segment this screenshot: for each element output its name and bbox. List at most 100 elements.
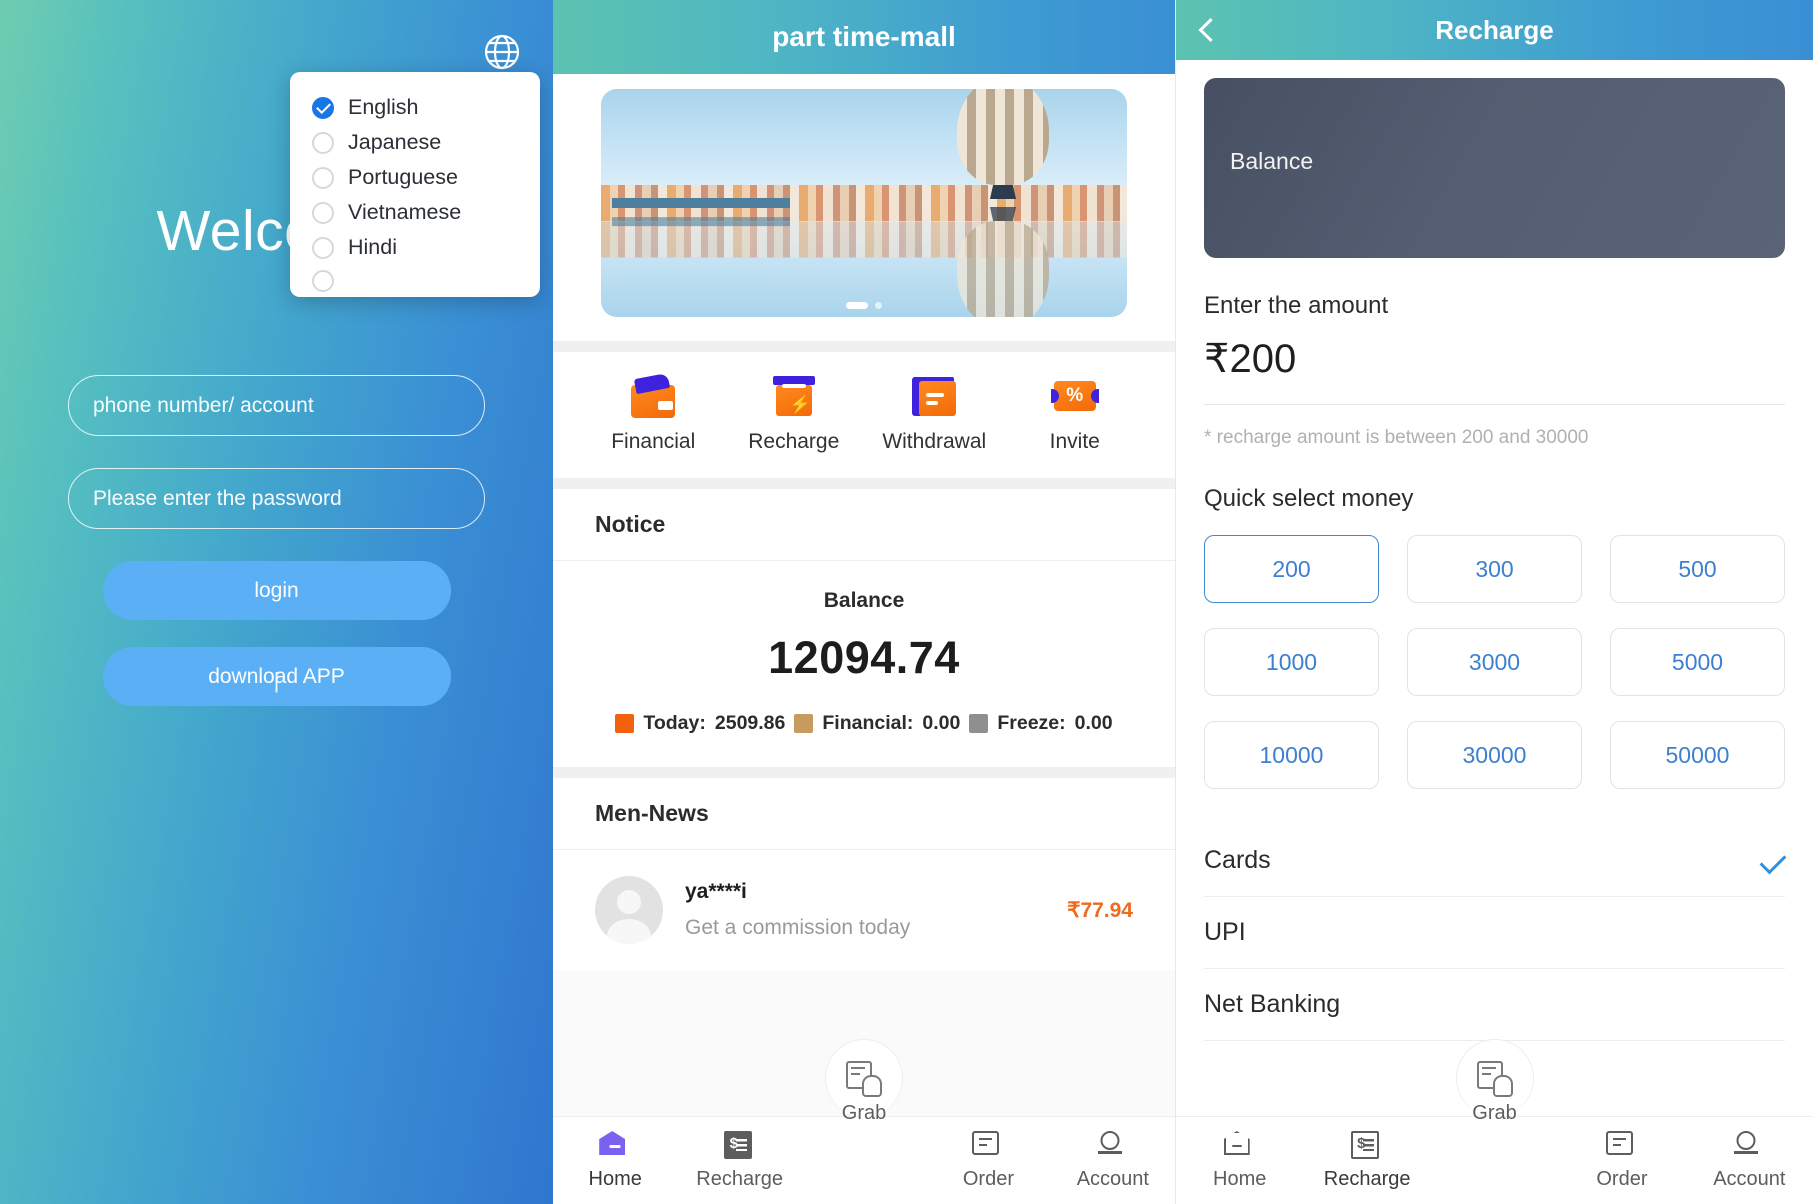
quick-amount-200[interactable]: 200: [1204, 535, 1379, 603]
swatch-financial: [794, 714, 814, 733]
language-option-vietnamese[interactable]: Vietnamese: [290, 195, 540, 230]
section-divider: [553, 478, 1175, 489]
avatar: [595, 876, 663, 944]
receipt-dollar-icon: $: [1351, 1131, 1383, 1161]
quick-amount-1000[interactable]: 1000: [1204, 628, 1379, 696]
quick-amount-10000[interactable]: 10000: [1204, 721, 1379, 789]
password-input[interactable]: Please enter the password: [68, 468, 485, 529]
tab-home[interactable]: Home: [553, 1131, 677, 1191]
mall-panel: part time-mall Financial ⚡ Recharge With…: [553, 0, 1176, 1204]
payment-method-net-banking[interactable]: Net Banking: [1204, 969, 1785, 1041]
quick-select-label: Quick select money: [1204, 485, 1414, 512]
balance-card: Balance: [1204, 78, 1785, 258]
tab-label: Account: [1713, 1168, 1786, 1190]
recharge-bottom-nav: Home $ Recharge Grab Order Account: [1176, 1039, 1813, 1204]
tab-label: Home: [1213, 1168, 1267, 1190]
hot-air-balloon-icon: [957, 89, 1049, 185]
account-input[interactable]: phone number/ account: [68, 375, 485, 436]
enter-amount-label: Enter the amount: [1204, 292, 1389, 319]
receipt-dollar-icon: $: [723, 1131, 756, 1161]
amount-input[interactable]: ₹200: [1204, 336, 1785, 382]
section-divider: [553, 341, 1175, 352]
atm-card-icon: ⚡: [770, 374, 818, 418]
breakdown-label: Freeze:: [997, 712, 1066, 734]
quick-amount-grid: 200 300 500 1000 3000 5000 10000 30000 5…: [1204, 535, 1785, 789]
breakdown-value: 0.00: [922, 712, 961, 734]
news-section-title: Men-News: [553, 778, 1175, 850]
breakdown-today: Today: 2509.86: [615, 712, 785, 735]
quick-amount-300[interactable]: 300: [1407, 535, 1582, 603]
percent-ticket-icon: %: [1050, 374, 1099, 418]
swatch-today: [615, 714, 635, 733]
check-icon: [1759, 847, 1787, 874]
login-panel: English Japanese Portuguese Vietnamese H…: [0, 0, 553, 1204]
banner-image: [601, 89, 1127, 317]
tab-recharge[interactable]: $ Recharge: [1303, 1131, 1430, 1191]
tab-label: Home: [588, 1168, 642, 1190]
banner-carousel[interactable]: [553, 74, 1175, 341]
tab-recharge[interactable]: $ Recharge: [677, 1131, 801, 1191]
tab-label: Account: [1076, 1168, 1149, 1190]
payment-method-label: UPI: [1204, 918, 1246, 946]
language-label: English: [348, 95, 419, 119]
quick-action-label: Recharge: [748, 430, 840, 453]
section-divider: [553, 767, 1175, 778]
balance-card-label: Balance: [1230, 148, 1314, 174]
radio-icon: [312, 131, 334, 154]
language-option-hindi[interactable]: Hindi: [290, 230, 540, 265]
breakdown-freeze: Freeze: 0.00: [969, 712, 1113, 735]
three-panel-screenshot: English Japanese Portuguese Vietnamese H…: [0, 0, 1813, 1204]
quick-action-label: Withdrawal: [882, 430, 987, 453]
carousel-dots[interactable]: [601, 302, 1127, 309]
login-button[interactable]: login: [102, 561, 451, 620]
quick-amount-500[interactable]: 500: [1610, 535, 1785, 603]
quick-amount-3000[interactable]: 3000: [1407, 628, 1582, 696]
tab-account[interactable]: Account: [1051, 1131, 1175, 1191]
payment-method-upi[interactable]: UPI: [1204, 897, 1785, 969]
payment-method-list: Cards UPI Net Banking: [1204, 825, 1787, 1041]
breakdown-value: 2509.86: [714, 712, 786, 734]
balance-value: 12094.74: [768, 632, 960, 683]
home-icon: [1223, 1131, 1256, 1161]
quick-amount-30000[interactable]: 30000: [1407, 721, 1582, 789]
mall-bottom-nav: Home $ Recharge Grab Order Account: [553, 1039, 1175, 1204]
recharge-header: Recharge: [1176, 0, 1813, 60]
tab-order[interactable]: Order: [926, 1131, 1050, 1191]
radio-icon: [312, 201, 334, 224]
payment-method-label: Net Banking: [1204, 990, 1341, 1018]
language-label: Vietnamese: [348, 200, 462, 224]
language-option-english[interactable]: English: [290, 90, 540, 125]
payment-method-label: Cards: [1204, 846, 1271, 874]
list-item[interactable]: ya****i Get a commission today ₹77.94: [553, 850, 1175, 970]
quick-action-label: Financial: [611, 430, 696, 453]
language-label: Japanese: [348, 130, 442, 154]
quick-action-withdrawal[interactable]: Withdrawal: [864, 374, 1005, 454]
tab-label: Grab: [841, 1102, 887, 1124]
tab-order[interactable]: Order: [1558, 1131, 1685, 1191]
quick-action-invite[interactable]: % Invite: [1005, 374, 1146, 454]
quick-amount-5000[interactable]: 5000: [1610, 628, 1785, 696]
language-option-portuguese[interactable]: Portuguese: [290, 160, 540, 195]
quick-action-row: Financial ⚡ Recharge Withdrawal % Invite: [553, 352, 1175, 478]
radio-icon: [312, 166, 334, 189]
news-username: ya****i: [685, 880, 747, 903]
radio-selected-icon: [312, 96, 334, 119]
quick-amount-50000[interactable]: 50000: [1610, 721, 1785, 789]
news-amount: ₹77.94: [1067, 898, 1133, 922]
banner-bridge: [611, 198, 791, 208]
language-option-partial[interactable]: [290, 265, 540, 297]
quick-action-recharge[interactable]: ⚡ Recharge: [724, 374, 865, 454]
quick-action-financial[interactable]: Financial: [583, 372, 724, 454]
tab-account[interactable]: Account: [1686, 1131, 1813, 1191]
payment-method-cards[interactable]: Cards: [1204, 825, 1787, 897]
globe-icon[interactable]: [483, 33, 521, 71]
carousel-dot-active[interactable]: [846, 302, 868, 309]
carousel-dot[interactable]: [875, 302, 882, 309]
notice-section-title: Notice: [553, 489, 1175, 561]
language-option-japanese[interactable]: Japanese: [290, 125, 540, 160]
breakdown-label: Today:: [643, 712, 706, 734]
breakdown-value: 0.00: [1074, 712, 1113, 734]
language-dropdown[interactable]: English Japanese Portuguese Vietnamese H…: [290, 72, 540, 297]
tab-home[interactable]: Home: [1176, 1131, 1303, 1191]
breakdown-label: Financial:: [822, 712, 914, 734]
